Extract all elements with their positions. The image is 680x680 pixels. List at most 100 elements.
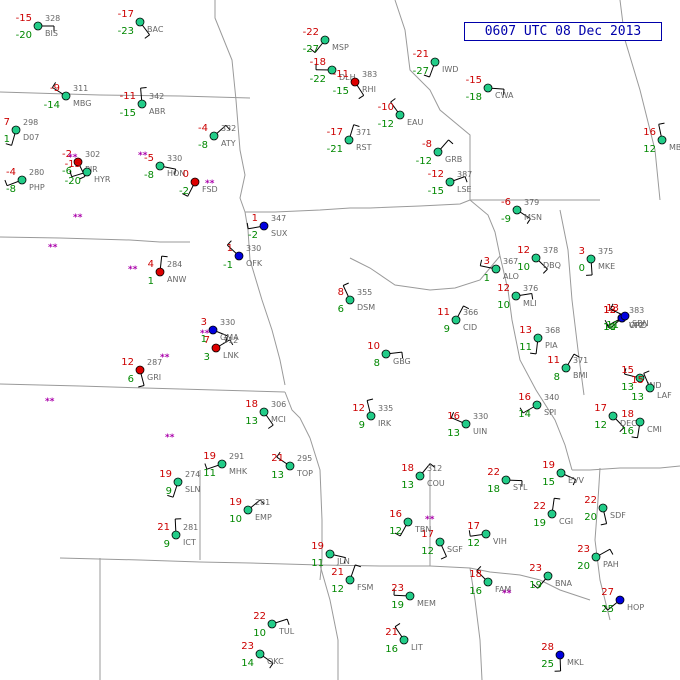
temperature: -6 [501, 197, 511, 208]
temperature: 4 [148, 259, 154, 270]
station-id: CID [463, 323, 477, 332]
dewpoint: 14 [518, 409, 531, 420]
sky-cover-icon [445, 177, 455, 187]
dewpoint: 11 [606, 320, 619, 331]
snow-symbol: ** [68, 153, 78, 163]
station-id: BMI [573, 371, 588, 380]
temperature: 22 [584, 495, 597, 506]
pressure: 281 [183, 523, 198, 532]
station-id: SUX [271, 229, 288, 238]
temperature: 17 [594, 403, 607, 414]
sky-cover-icon [345, 575, 355, 585]
pressure: 330 [167, 154, 182, 163]
temperature: 23 [391, 583, 404, 594]
temperature: -15 [466, 75, 482, 86]
dewpoint: 12 [467, 538, 480, 549]
sky-cover-icon [82, 167, 92, 177]
sky-cover-icon [481, 529, 491, 539]
station-id: EVV [568, 476, 585, 485]
temperature: 21 [331, 567, 344, 578]
pressure: 371 [573, 356, 588, 365]
sky-cover-icon [17, 175, 27, 185]
temperature: 22 [253, 611, 266, 622]
temperature: 19 [229, 497, 242, 508]
sky-cover-icon [598, 503, 608, 513]
station-id: CWA [495, 91, 514, 100]
sky-cover-icon [645, 383, 655, 393]
dewpoint: 9 [359, 420, 365, 431]
temperature: 8 [338, 287, 344, 298]
sky-cover-icon [267, 619, 277, 629]
sky-cover-icon [155, 161, 165, 171]
station-id: IWD [442, 65, 458, 74]
sky-cover-icon [461, 419, 471, 429]
pressure: 376 [523, 284, 538, 293]
sky-cover-icon [435, 537, 445, 547]
temperature: -15 [16, 13, 32, 24]
dewpoint: -20 [16, 30, 32, 41]
temperature: 16 [643, 127, 656, 138]
wind-barb-feather [140, 87, 147, 89]
pressure: 274 [185, 470, 200, 479]
sky-cover-icon [234, 251, 244, 261]
pressure: 383 [629, 306, 644, 315]
sky-cover-icon [381, 349, 391, 359]
temperature: 3 [484, 256, 490, 267]
sky-cover-icon [433, 147, 443, 157]
temperature: 21 [157, 522, 170, 533]
station-id: RHI [362, 85, 376, 94]
sky-cover-icon [344, 135, 354, 145]
station-id: TUL [278, 627, 295, 636]
temperature: 13 [519, 325, 532, 336]
station-id: GRB [445, 155, 462, 164]
temperature: 13 [606, 303, 619, 314]
temperature: -17 [118, 9, 134, 20]
dewpoint: 16 [385, 644, 398, 655]
station-id: MBL [669, 143, 680, 152]
dewpoint: 16 [469, 586, 482, 597]
station-id: LSE [457, 185, 472, 194]
dewpoint: 8 [554, 372, 560, 383]
station-id: LNK [223, 351, 239, 360]
pressure: 340 [544, 393, 559, 402]
temperature: -17 [327, 127, 343, 138]
dewpoint: -2 [248, 230, 258, 241]
sky-cover-icon [511, 291, 521, 301]
sky-cover-icon [366, 411, 376, 421]
pressure: 306 [271, 400, 286, 409]
station-id: PHP [29, 183, 45, 192]
sky-cover-icon [211, 343, 221, 353]
pressure: 281 [255, 498, 270, 507]
dewpoint: 6 [128, 374, 134, 385]
station-id: DBQ [543, 261, 561, 270]
sky-cover-icon [586, 254, 596, 264]
temperature: -10 [378, 102, 394, 113]
dewpoint: -9 [501, 214, 511, 225]
snow-symbol: ** [45, 397, 55, 407]
snow-symbol: ** [200, 329, 210, 339]
temperature: 18 [469, 569, 482, 580]
pressure: 378 [543, 246, 558, 255]
sky-cover-icon [155, 267, 165, 277]
dewpoint: -15 [120, 108, 136, 119]
dewpoint: -20 [65, 176, 81, 187]
pressure: 367 [503, 257, 518, 266]
sky-cover-icon [532, 400, 542, 410]
temperature: 1 [227, 243, 233, 254]
station-id: BNA [555, 579, 572, 588]
sky-cover-icon [403, 517, 413, 527]
sky-cover-icon [533, 333, 543, 343]
dewpoint: 12 [389, 526, 402, 537]
dewpoint: -1 [223, 260, 233, 271]
dewpoint: 13 [447, 428, 460, 439]
pressure: 311 [73, 84, 88, 93]
temperature: 1 [252, 213, 258, 224]
sky-cover-icon [451, 315, 461, 325]
temperature: 19 [542, 460, 555, 471]
temperature: 0 [183, 169, 189, 180]
sky-cover-icon [399, 635, 409, 645]
station-id: IRK [378, 419, 392, 428]
pressure: 298 [23, 118, 38, 127]
dewpoint: 14 [241, 658, 254, 669]
temperature: -22 [303, 27, 319, 38]
